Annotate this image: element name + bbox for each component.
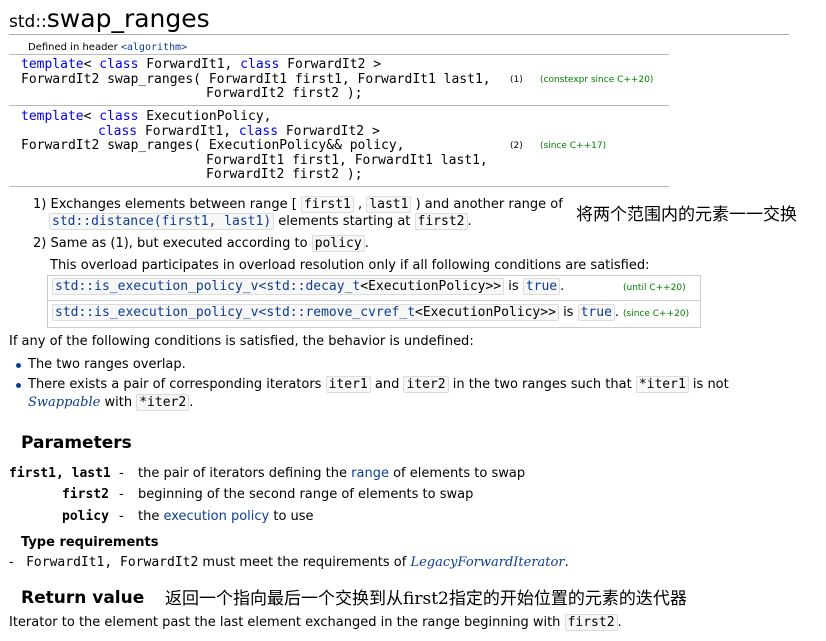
condition-2-note: (since C++20) [623, 309, 690, 319]
decl-divider-mid [9, 105, 669, 106]
param-dash-2: - [119, 487, 124, 502]
type-requirement: - ForwardIt1, ForwardIt2 must meet the r… [9, 555, 569, 570]
annotation-return-value: 返回一个指向最后一个交换到从first2指定的开始位置的元素的迭代器 [165, 589, 687, 609]
param-name-first1-last1: first1, last1 [9, 466, 111, 481]
range-link[interactable]: range [351, 466, 389, 481]
condition-1-code[interactable]: std::is_execution_policy_v<std::decay_t<… [52, 278, 505, 295]
param-dash-3: - [119, 509, 124, 524]
overload-note: This overload participates in overload r… [50, 258, 650, 273]
bullet-2-marker [16, 383, 21, 388]
param-desc-2: beginning of the second range of element… [138, 487, 474, 502]
condition-2: std::is_execution_policy_v<std::remove_c… [52, 304, 619, 321]
bullet-2-line-1: There exists a pair of corresponding ite… [28, 376, 729, 393]
condition-1: std::is_execution_policy_v<std::decay_t<… [52, 278, 564, 295]
bullet-2-line-2: Swappable with *iter2. [28, 394, 194, 411]
decl2-version-note: (since C++17) [540, 141, 607, 151]
bullet-1: The two ranges overlap. [28, 357, 186, 372]
page-title: std::swap_ranges [9, 4, 210, 33]
decl-divider-top [9, 54, 669, 55]
undefined-intro: If any of the following conditions is sa… [9, 334, 474, 349]
param-name-policy: policy [62, 509, 109, 524]
type-requirements-heading: Type requirements [21, 535, 159, 550]
legacy-forward-iterator-link[interactable]: LegacyForwardIterator [410, 555, 564, 570]
title-underline [9, 34, 789, 35]
condition-1-note: (until C++20) [623, 283, 686, 293]
decl1-number: (1) [510, 75, 523, 85]
execution-policy-link[interactable]: execution policy [163, 509, 269, 524]
header-link[interactable]: <algorithm> [121, 42, 187, 53]
conditions-divider [47, 300, 700, 301]
title-name: swap_ranges [46, 4, 210, 33]
param-dash-1: - [119, 466, 124, 481]
decl2-number: (2) [510, 141, 523, 151]
annotation-swap-elements: 将两个范围内的元素一一交换 [576, 205, 797, 225]
declaration-2: template< class ExecutionPolicy, class F… [21, 109, 488, 182]
bullet-1-marker [16, 363, 21, 368]
decl-divider-bottom [9, 186, 669, 187]
decl1-version-note: (constexpr since C++20) [540, 75, 654, 85]
title-namespace: std:: [9, 12, 47, 32]
condition-2-code[interactable]: std::is_execution_policy_v<std::remove_c… [52, 304, 559, 321]
swappable-link[interactable]: Swappable [28, 395, 100, 410]
parameters-heading: Parameters [21, 433, 132, 453]
return-value-text: Iterator to the element past the last el… [9, 614, 622, 631]
param-name-first2: first2 [62, 487, 109, 502]
description-1-line-1: 1) Exchanges elements between range [ fi… [33, 196, 563, 213]
param-desc-1: the pair of iterators defining the range… [138, 466, 526, 481]
defined-in-header: Defined in header <algorithm> [28, 42, 188, 53]
description-1-line-2: std::distance(first1, last1) elements st… [49, 213, 472, 230]
description-2: 2) Same as (1), but executed according t… [33, 235, 369, 252]
declaration-1: template< class ForwardIt1, class Forwar… [21, 57, 491, 101]
param-desc-3: the execution policy to use [138, 509, 314, 524]
return-value-heading: Return value [21, 588, 145, 608]
distance-link[interactable]: std::distance(first1, last1) [49, 213, 275, 230]
